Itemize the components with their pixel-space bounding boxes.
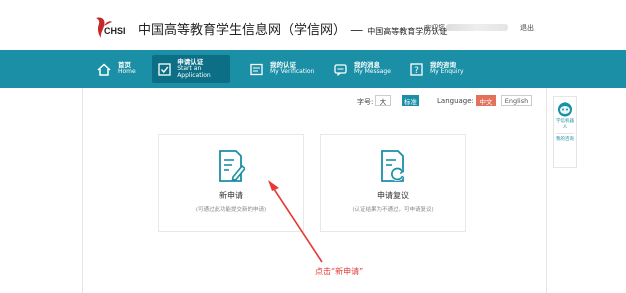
document-icon (248, 62, 264, 76)
reconsideration-subtitle: (认证结果为不通过，可申请复议) (352, 207, 434, 213)
welcome-text: 欢迎您, (424, 24, 448, 32)
nav-message-en: My Message (354, 68, 391, 76)
lang-zh-button[interactable]: 中文 (476, 95, 496, 106)
checkbox-icon (157, 62, 171, 76)
robot-icon[interactable] (557, 101, 573, 117)
home-icon (96, 62, 112, 76)
reconsideration-title: 申请复议 (377, 191, 409, 200)
new-application-card[interactable]: 新申请 (可通过此功能提交新的申请) (158, 134, 304, 232)
logout-link[interactable]: 退出 (520, 23, 534, 33)
site-header: CHSI 中国高等教育学生信息网（学信网） — 中国高等教育学历认证 欢迎您, … (0, 0, 626, 50)
nav-verification-en: My Verification (270, 68, 315, 76)
annotation-text: 点击“新申请” (315, 267, 364, 276)
font-size-label: 字号: (357, 98, 374, 106)
nav-item-home[interactable]: 首页 Home (92, 55, 144, 83)
message-icon (332, 62, 348, 76)
nav-item-my-verification[interactable]: 我的认证 My Verification (246, 55, 322, 83)
site-title-main: 中国高等教育学生信息网（学信网） (138, 23, 347, 38)
new-application-title: 新申请 (219, 191, 243, 200)
reconsideration-card[interactable]: 申请复议 (认证结果为不通过，可申请复议) (320, 134, 466, 232)
language-label: Language: (437, 97, 474, 105)
nav-item-my-enquiry[interactable]: ? 我的咨询 My Enquiry (406, 55, 476, 83)
my-enquiry-sidebar-link[interactable]: 我的咨询 (555, 137, 575, 143)
font-large-button[interactable]: 大 (375, 95, 391, 106)
nav-enquiry-en: My Enquiry (430, 68, 464, 76)
font-standard-button[interactable]: 标准 (402, 95, 419, 106)
nav-item-start-application[interactable]: 申请认证 Start an Application (152, 55, 230, 83)
nav-item-my-message[interactable]: 我的消息 My Message (330, 55, 400, 83)
title-separator: — (350, 23, 364, 38)
main-nav: 首页 Home 申请认证 Start an Application 我的认证 M… (0, 50, 626, 88)
refresh-document-icon (381, 150, 405, 182)
nav-start-en: Start an Application (177, 64, 211, 79)
edit-document-icon (219, 150, 245, 182)
sidebar-divider (556, 133, 574, 135)
svg-text:?: ? (414, 66, 419, 76)
page-background (0, 88, 82, 293)
logo-text: CHSI (104, 26, 126, 36)
question-icon: ? (408, 62, 424, 76)
lang-en-button[interactable]: English (501, 95, 532, 106)
content-panel (82, 88, 547, 293)
right-sidebar: 学信机器人 我的咨询 (553, 96, 577, 168)
robot-label[interactable]: 学信机器人 (555, 119, 575, 130)
user-name-blurred (446, 24, 508, 31)
new-application-subtitle: (可通过此功能提交新的申请) (195, 207, 267, 213)
site-title: 中国高等教育学生信息网（学信网） — 中国高等教育学历认证 (138, 19, 447, 38)
nav-home-en: Home (118, 68, 136, 76)
